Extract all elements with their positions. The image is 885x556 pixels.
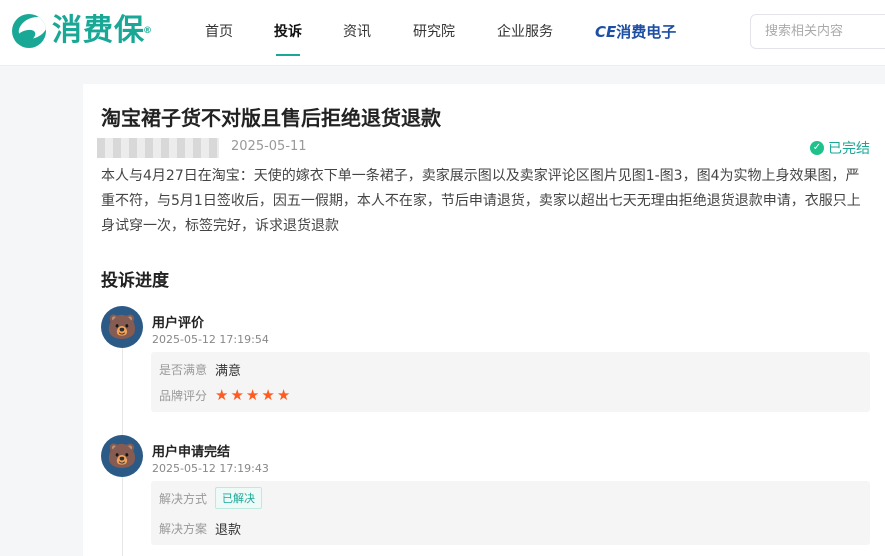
event-name: 用户评价 (152, 316, 205, 331)
star-icon: ★ (230, 386, 246, 404)
nav-enterprise[interactable]: 企业服务 (497, 0, 553, 66)
complaint-title: 淘宝裙子货不对版且售后拒绝退货退款 (101, 106, 441, 130)
bear-avatar-icon: 🐻 (101, 306, 143, 348)
method-row: 解决方式 已解决 (159, 487, 263, 509)
site-logo[interactable]: 消费保 ® (12, 13, 152, 48)
star-icon: ★ (261, 386, 277, 404)
rating-label: 品牌评分 (159, 388, 208, 403)
ce-logo-text: CE (595, 23, 617, 41)
satisfaction-value: 满意 (215, 364, 242, 379)
bear-avatar-icon: 🐻 (101, 435, 143, 477)
method-label: 解决方式 (159, 491, 208, 506)
search-input[interactable]: 搜索相关内容 (750, 14, 885, 49)
event-details: 是否满意 满意 品牌评分 ★★★★★ (151, 352, 870, 412)
star-icon: ★ (215, 386, 231, 404)
check-circle-icon: ✓ (810, 141, 824, 155)
ce-label: 消费电子 (616, 23, 677, 41)
plan-row: 解决方案 退款 (159, 519, 241, 538)
status-text: 已完结 (828, 141, 870, 157)
status-badge: ✓ 已完结 (810, 138, 870, 158)
site-header: 消费保 ® 首页 投诉 资讯 研究院 企业服务 CE消费电子 搜索相关内容 (0, 0, 885, 66)
complaint-description: 本人与4月27日在淘宝：天使的嫁衣下单一条裙子，卖家展示图以及卖家评论区图片见图… (101, 168, 861, 234)
plan-label: 解决方案 (159, 522, 208, 536)
event-name: 用户申请完结 (152, 445, 231, 460)
logo-icon (12, 14, 46, 48)
logo-text: 消费保 ® (52, 13, 152, 48)
author-name-blurred (97, 138, 219, 158)
main-nav: 首页 投诉 资讯 研究院 企业服务 CE消费电子 (205, 0, 676, 66)
nav-research[interactable]: 研究院 (413, 0, 455, 66)
nav-news[interactable]: 资讯 (343, 0, 371, 66)
star-icon: ★ (276, 386, 293, 404)
progress-title: 投诉进度 (101, 271, 169, 291)
plan-value: 退款 (215, 523, 242, 538)
nav-complaints[interactable]: 投诉 (274, 0, 302, 66)
nav-home[interactable]: 首页 (205, 0, 233, 66)
nav-ce-electronics[interactable]: CE消费电子 (595, 0, 676, 66)
complaint-date: 2025-05-11 (231, 139, 307, 154)
star-icon: ★ (245, 386, 262, 404)
satisfaction-label: 是否满意 (159, 363, 208, 377)
resolved-badge: 已解决 (215, 487, 263, 509)
event-time: 2025-05-12 17:19:54 (152, 333, 269, 346)
event-details: 解决方式 已解决 解决方案 退款 (151, 481, 870, 545)
complaint-card: 淘宝裙子货不对版且售后拒绝退货退款 2025-05-11 ✓ 已完结 本人与4月… (83, 84, 885, 556)
rating-row: 品牌评分 ★★★★★ (159, 386, 292, 404)
event-time: 2025-05-12 17:19:43 (152, 462, 269, 475)
logo-name: 消费保 (52, 13, 145, 48)
star-rating: ★★★★★ (215, 386, 292, 404)
satisfaction-row: 是否满意 满意 (159, 360, 241, 379)
registered-mark: ® (143, 26, 153, 36)
